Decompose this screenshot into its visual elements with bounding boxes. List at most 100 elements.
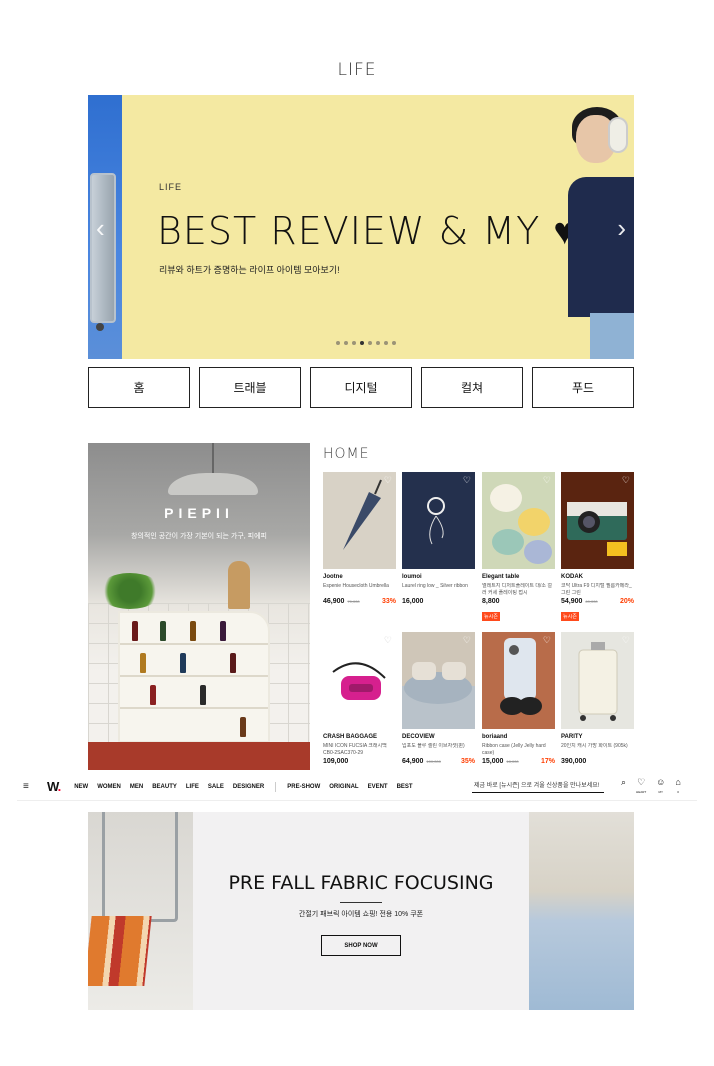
hero-tag: LIFE [159, 182, 183, 192]
product-name: 엘레트지 디저트플레이트 대/소 컬러 커세 플레이팅 접시 [482, 583, 552, 596]
heart-icon[interactable]: ♡ [622, 635, 630, 646]
product-card[interactable]: ♡ boriaand Ribbon case (Jelly Jelly hard… [482, 632, 555, 765]
chevron-left-icon[interactable]: ‹ [96, 213, 105, 244]
search-input[interactable]: 제금 바로 [뉴시즌] 으로 겨울 신상품을 만나보세요! [472, 779, 604, 793]
product-price: 16,000 [402, 598, 424, 605]
product-image[interactable]: ♡ [402, 632, 475, 729]
slide-dot[interactable] [352, 341, 356, 345]
category-culture[interactable]: 컬쳐 [421, 367, 523, 408]
product-original-price: 100,000 [426, 759, 441, 764]
nav-pre-show[interactable]: PRE-SHOW [287, 784, 320, 790]
cart-icon[interactable]: ⌂ 0 [675, 777, 680, 797]
product-price: 8,800 [482, 598, 500, 605]
menu-icon[interactable]: ≡ [23, 781, 37, 792]
ribbon-ring-image [427, 497, 445, 545]
product-image[interactable]: ♡ [482, 472, 555, 569]
home-section-title: HOME [323, 446, 370, 462]
bedding-image [402, 662, 475, 729]
umbrella-image [343, 479, 382, 550]
slide-dot[interactable] [376, 341, 380, 345]
product-name: 코닥 Ultra F9 디지털 필름카메라_그린 그린 [561, 583, 632, 596]
heart-icon[interactable]: ♡ [543, 635, 551, 646]
cart-count: 0 [677, 790, 679, 794]
product-card[interactable]: ♡ PARITY 20인치 캐시 가방 화이트 (905k) 390,000 [561, 632, 634, 765]
product-name: Espenie Housecloth Umbrella [323, 583, 389, 589]
product-card[interactable]: ♡ Elegant table 엘레트지 디저트플레이트 대/소 컬러 커세 플… [482, 472, 555, 623]
category-travel[interactable]: 트래블 [199, 367, 301, 408]
product-card[interactable]: ♡ CRASH BAGGAGE MINI ICON FUCSIA 크래시백 CB… [323, 632, 396, 765]
slide-dot-active[interactable] [360, 341, 364, 345]
heart-icon[interactable]: ♡ [384, 475, 392, 486]
slide-pagination[interactable] [336, 341, 396, 345]
hero-banner[interactable]: LIFE BEST REVIEW & MY ♥ 리뷰와 하트가 증명하는 라이프… [88, 95, 634, 359]
product-brand: PARITY [561, 734, 583, 740]
new-season-badge: 뉴시즌 [482, 612, 500, 621]
search-icon[interactable]: ⌕ [621, 777, 626, 797]
heart-icon[interactable]: ♡ [622, 475, 630, 486]
product-image[interactable]: ♡ [402, 472, 475, 569]
brand-panel[interactable]: PIEPII 창의적인 공간이 가장 기본이 되는 가구, 피에피 [88, 443, 310, 770]
new-season-badge: 뉴시즌 [561, 612, 579, 621]
nav-event[interactable]: EVENT [368, 784, 388, 790]
heart-label: HEART [636, 790, 647, 794]
slide-dot[interactable] [392, 341, 396, 345]
nav-designer[interactable]: DESIGNER [233, 784, 264, 790]
nav-beauty[interactable]: BEAUTY [152, 784, 177, 790]
slide-dot[interactable] [336, 341, 340, 345]
heart-icon[interactable]: ♡ [463, 635, 471, 646]
product-discount: 20% [619, 598, 634, 605]
heart-icon[interactable]: ♡ [543, 475, 551, 486]
slide-dot[interactable] [344, 341, 348, 345]
fabric-title: PRE FALL FABRIC FOCUSING [228, 872, 494, 894]
title-divider [340, 902, 382, 903]
nav-new[interactable]: NEW [74, 784, 88, 790]
product-brand: CRASH BAGGAGE [323, 734, 378, 740]
product-card[interactable]: ♡ KODAK 코닥 Ultra F9 디지털 필름카메라_그린 그린 54,9… [561, 472, 634, 623]
product-price: 64,900 [402, 758, 424, 765]
slide-dot[interactable] [384, 341, 388, 345]
product-price: 46,900 [323, 598, 345, 605]
chevron-right-icon[interactable]: › [617, 213, 626, 244]
category-food[interactable]: 푸드 [532, 367, 634, 408]
product-brand: loumoi [402, 574, 422, 580]
category-digital[interactable]: 디지털 [310, 367, 412, 408]
product-name: Laurel ring low _ Silver ribbon [402, 583, 468, 589]
cutting-board-image [228, 561, 250, 609]
heart-icon[interactable]: ♡ HEART [636, 777, 646, 797]
nav-original[interactable]: ORIGINAL [329, 784, 358, 790]
nav-sale[interactable]: SALE [208, 784, 224, 790]
product-brand: Elegant table [482, 574, 520, 580]
user-icon[interactable]: ☺ MY [656, 777, 665, 797]
nav-life[interactable]: LIFE [186, 784, 199, 790]
hero-subtitle: 리뷰와 하트가 증명하는 라이프 아이템 모아보기! [159, 265, 340, 275]
product-card[interactable]: ♡ Jootne Espenie Housecloth Umbrella 46,… [323, 472, 396, 605]
product-name: 20인치 캐시 가방 화이트 (905k) [561, 743, 628, 749]
product-brand: Jootne [323, 574, 343, 580]
my-label: MY [658, 790, 664, 794]
product-image[interactable]: ♡ [561, 472, 634, 569]
interior-image [88, 812, 193, 1010]
heart-icon[interactable]: ♡ [463, 475, 471, 486]
bag-image [332, 662, 386, 700]
category-home[interactable]: 홈 [88, 367, 190, 408]
product-image[interactable]: ♡ [323, 632, 396, 729]
product-discount: 35% [460, 758, 475, 765]
nav-women[interactable]: WOMEN [97, 784, 121, 790]
product-image[interactable]: ♡ [561, 632, 634, 729]
plates-image [490, 484, 552, 564]
product-image[interactable]: ♡ [323, 472, 396, 569]
product-card[interactable]: ♡ loumoi Laurel ring low _ Silver ribbon… [402, 472, 475, 605]
nav-best[interactable]: BEST [397, 784, 413, 790]
shop-now-button[interactable]: SHOP NOW [321, 935, 401, 956]
lamp-image [168, 473, 258, 495]
fabric-banner[interactable]: PRE FALL FABRIC FOCUSING 간절기 패브릭 아이템 쇼핑!… [88, 812, 634, 1010]
slide-dot[interactable] [368, 341, 372, 345]
product-card[interactable]: ♡ DECOVIEW 입포도 블루 셀린 이브자셋(퀸) 64,900 100,0… [402, 632, 475, 765]
nav-men[interactable]: MEN [130, 784, 143, 790]
product-image[interactable]: ♡ [482, 632, 555, 729]
previous-slide-preview [88, 95, 122, 359]
site-logo[interactable]: W. [47, 779, 61, 794]
heart-icon[interactable]: ♡ [384, 635, 392, 646]
product-price: 390,000 [561, 758, 587, 765]
fabric-subtitle: 간절기 패브릭 아이템 쇼핑! 전용 10% 쿠폰 [298, 911, 424, 918]
